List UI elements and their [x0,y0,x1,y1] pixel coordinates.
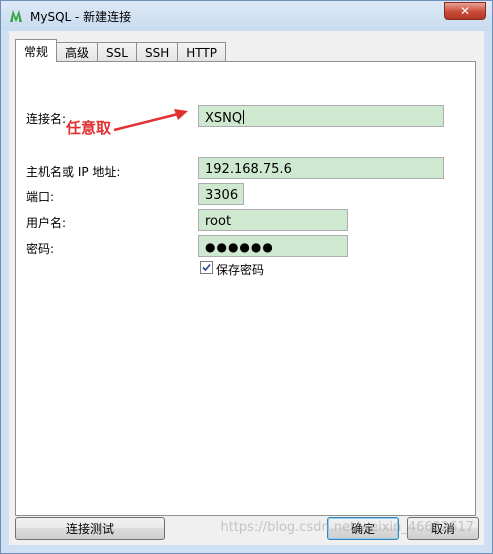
save-password-checkbox[interactable] [200,261,213,274]
title-bar[interactable]: MySQL - 新建连接 ✕ [1,1,492,31]
text-caret [243,110,245,124]
tab-ssl[interactable]: SSL [97,42,137,62]
connection-name-label: 连接名: [26,112,67,126]
window-title: MySQL - 新建连接 [30,10,132,24]
ok-button[interactable]: 确定 [327,517,399,540]
password-input[interactable]: ●●●●●● [198,235,348,257]
cancel-button[interactable]: 取消 [407,517,479,540]
checkmark-icon [202,263,211,272]
tab-http[interactable]: HTTP [177,42,226,62]
connection-name-value: XSNQ [205,111,243,126]
mysql-icon [10,10,22,22]
password-label: 密码: [26,242,55,256]
annotation-arrow-icon [113,109,188,132]
close-icon: ✕ [459,4,471,18]
close-button[interactable]: ✕ [444,2,486,20]
tab-general[interactable]: 常规 [15,39,58,62]
dialog-window: MySQL - 新建连接 ✕ 常规 高级 SSL SSH HTTP 连接名: X… [0,0,493,554]
dialog-client: 常规 高级 SSL SSH HTTP 连接名: XSNQ 任意取 主机名或 IP… [9,31,484,545]
save-password-label[interactable]: 保存密码 [216,261,264,278]
tab-ssh[interactable]: SSH [135,42,179,62]
connection-name-input[interactable]: XSNQ [198,105,444,127]
annotation-text: 任意取 [66,119,112,137]
user-label: 用户名: [26,216,67,230]
tab-strip: 常规 高级 SSL SSH HTTP [15,39,226,62]
test-connection-button[interactable]: 连接测试 [15,517,165,540]
general-panel: 连接名: XSNQ 任意取 主机名或 IP 地址: 192.168.75.6 端… [15,61,476,516]
host-input[interactable]: 192.168.75.6 [198,157,444,179]
tab-advanced[interactable]: 高级 [56,42,99,62]
host-label: 主机名或 IP 地址: [26,165,121,179]
user-input[interactable]: root [198,209,348,231]
port-label: 端口: [26,190,55,204]
port-input[interactable]: 3306 [198,183,244,205]
